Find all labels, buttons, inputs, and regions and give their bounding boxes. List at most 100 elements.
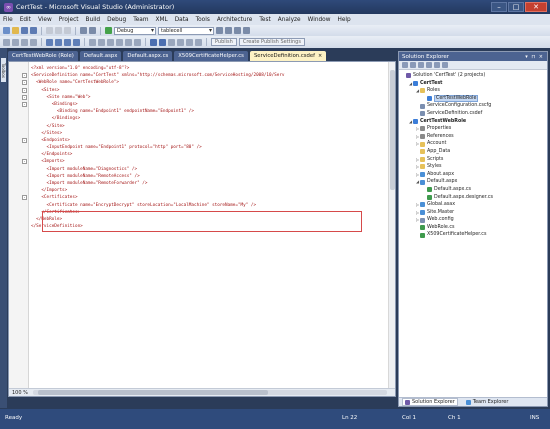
package-icon[interactable] [168,38,175,46]
find-icon[interactable] [216,27,223,34]
tree-node[interactable]: Solution 'CertTest' (2 projects) [399,72,547,80]
tree-node[interactable]: ▷ References [399,133,547,141]
menu-build[interactable]: Build [86,17,101,23]
tree-node[interactable]: ◢ Default.aspx [399,178,547,186]
code-line[interactable]: </Imports> [31,187,381,194]
tree-node[interactable]: Default.aspx.cs [399,186,547,194]
tab-default-aspx[interactable]: Default.aspx [79,51,122,61]
code-line[interactable]: - <WebRole name="CertTestWebRole"> [22,79,381,86]
redo-icon[interactable] [89,27,96,34]
class-diagram-icon[interactable] [442,62,448,68]
code-line[interactable]: </Endpoints> [31,151,381,158]
tree-node[interactable]: ▷ About.aspx [399,171,547,179]
start-debugging-icon[interactable] [105,27,112,34]
scroll-thumb[interactable] [390,70,395,190]
code-line[interactable]: <Binding name="Endpoint1" endpointName="… [31,108,381,115]
tree-node[interactable]: ▷ Site.Master [399,209,547,217]
new-project-icon[interactable] [3,27,10,34]
menu-edit[interactable]: Edit [20,17,31,23]
format-icon[interactable] [89,38,96,46]
emulator-icon[interactable] [186,38,193,46]
tab-solution-explorer[interactable]: Solution Explorer [402,398,458,406]
refresh-icon[interactable] [418,62,424,68]
horizontal-scrollbar[interactable] [33,390,387,395]
tree-node[interactable]: ServiceDefinition.csdef [399,110,547,118]
paste-icon[interactable] [64,27,71,34]
menu-analyze[interactable]: Analyze [278,17,301,23]
collapse-toggle-icon[interactable]: - [22,87,27,93]
code-line[interactable]: - <Bindings> [22,101,381,108]
solution-explorer-icon[interactable] [225,27,232,34]
menu-data[interactable]: Data [175,17,189,23]
tree-node[interactable]: ◢ CertTest [399,80,547,88]
close-button[interactable]: ✕ [525,2,547,12]
uncomment-icon[interactable] [30,38,37,46]
prev-bookmark-icon[interactable] [55,38,62,46]
menu-debug[interactable]: Debug [107,17,126,23]
menu-xml[interactable]: XML [156,17,168,23]
tab-x509certificatehelper[interactable]: X509CertificateHelper.cs [174,51,248,61]
azure-icon[interactable] [150,38,157,46]
tree-node[interactable]: CertTestWebRole [399,94,547,103]
code-line[interactable]: <Import moduleName="Diagnostics" /> [31,166,381,173]
menu-file[interactable]: File [3,17,13,23]
toolbox-tab[interactable]: Toolbox [1,58,6,82]
menu-test[interactable]: Test [259,17,270,23]
cut-icon[interactable] [46,27,53,34]
tree-node[interactable]: ▷ Properties [399,125,547,133]
collapse-toggle-icon[interactable]: - [22,73,27,79]
refactor-icon[interactable] [134,38,141,46]
panel-pin-controls[interactable]: ▾ ⊓ × [525,54,547,60]
code-line[interactable]: - <Sites> [22,87,381,94]
code-line[interactable]: - <Endpoints> [22,137,381,144]
scroll-thumb[interactable] [38,390,268,395]
schema-icon[interactable] [98,38,105,46]
cloud-icon[interactable] [159,38,166,46]
create-publish-settings-button[interactable]: Create Publish Settings [238,38,305,46]
close-tab-icon[interactable]: × [318,53,322,59]
tree-node[interactable]: ▷ Account [399,140,547,148]
comment-icon[interactable] [21,38,28,46]
view-code-icon[interactable] [426,62,432,68]
tree-node[interactable]: ◢ CertTestWebRole [399,118,547,126]
menu-help[interactable]: Help [337,17,350,23]
tree-node[interactable]: ▷ Web.config [399,216,547,224]
tree-node[interactable]: Default.aspx.designer.cs [399,194,547,202]
menu-view[interactable]: View [38,17,52,23]
save-all-icon[interactable] [30,27,37,34]
menu-tools[interactable]: Tools [196,17,210,23]
indent-icon[interactable] [3,38,10,46]
save-icon[interactable] [21,27,28,34]
storage-icon[interactable] [177,38,184,46]
undo-icon[interactable] [80,27,87,34]
code-line[interactable]: <InputEndpoint name="Endpoint1" protocol… [31,144,381,151]
zoom-level[interactable]: 100 % [9,390,33,396]
collapse-toggle-icon[interactable]: - [22,195,27,201]
tab-servicedefinition-csdef[interactable]: ServiceDefinition.csdef × [249,51,327,61]
properties-icon[interactable] [402,62,408,68]
code-editor[interactable]: <?xml version="1.0" encoding="utf-8"?> - <… [8,61,396,397]
tree-node[interactable]: X509CertificateHelper.cs [399,231,547,239]
code-line[interactable]: <Certificate name="EncryptDecrypt" store… [31,202,381,209]
properties-icon[interactable] [234,27,241,34]
collapse-toggle-icon[interactable]: - [22,137,27,143]
toolbox-icon[interactable] [243,27,250,34]
vertical-scrollbar[interactable] [388,62,395,389]
code-line[interactable]: - <Site name="Web"> [22,94,381,101]
tree-node[interactable]: ▷ Scripts [399,156,547,164]
code-line[interactable]: </Bindings> [31,115,381,122]
code-line[interactable]: </Site> [31,123,381,130]
publish-button[interactable]: Publish [211,38,237,46]
tab-certtestwebrole-role[interactable]: CertTestWebRole (Role) [8,51,78,61]
code-line[interactable]: - <ServiceDefinition name="CertTest" xmln… [22,72,381,79]
tab-default-aspx-cs[interactable]: Default.aspx.cs [123,51,173,61]
minimize-button[interactable]: – [491,2,507,12]
solution-config-combo[interactable]: Debug [114,26,156,35]
code-line[interactable]: <Import moduleName="RemoteForwarder" /> [31,180,381,187]
code-line[interactable]: - <Imports> [22,158,381,165]
debug-xslt-icon[interactable] [116,38,123,46]
collapse-toggle-icon[interactable]: - [22,101,27,107]
maximize-button[interactable]: □ [508,2,524,12]
collapse-toggle-icon[interactable]: - [22,159,27,165]
next-bookmark-icon[interactable] [64,38,71,46]
